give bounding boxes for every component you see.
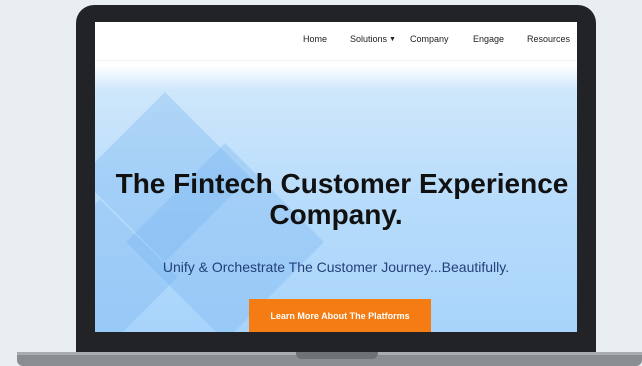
browser-screen: Home Solutions ▼ Company Engage Resources… <box>95 22 577 332</box>
hero-title-line-2: Company. <box>269 199 403 230</box>
nav-company[interactable]: Company <box>410 34 449 44</box>
nav-solutions[interactable]: Solutions ▼ <box>350 34 396 44</box>
laptop-notch <box>296 352 378 359</box>
learn-more-button[interactable]: Learn More About The Platforms <box>249 299 431 332</box>
hero-title: The Fintech Customer Experience Company. <box>95 168 577 230</box>
hero-title-line-1: The Fintech Customer Experience <box>115 168 569 199</box>
nav-solutions-label: Solutions <box>350 34 388 44</box>
chevron-down-icon: ▼ <box>389 36 396 43</box>
nav-home[interactable]: Home <box>303 34 327 44</box>
nav-engage[interactable]: Engage <box>473 34 504 44</box>
top-navigation: Home Solutions ▼ Company Engage Resources <box>95 22 577 61</box>
nav-resources[interactable]: Resources <box>527 34 570 44</box>
hero-subtitle: Unify & Orchestrate The Customer Journey… <box>162 259 510 275</box>
